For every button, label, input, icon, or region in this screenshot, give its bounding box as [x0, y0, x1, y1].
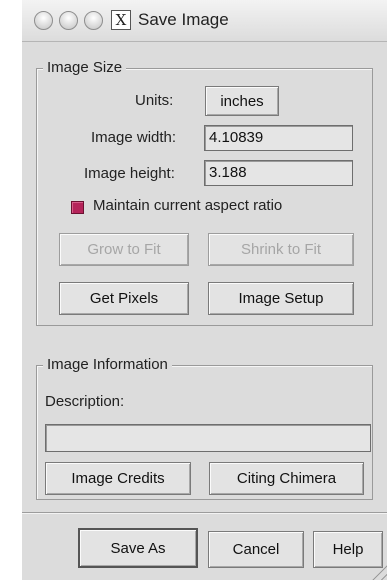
image-size-group: Image Size Units: inches Image width: 4.… — [36, 59, 373, 326]
save-image-dialog: Image Size Units: inches Image width: 4.… — [22, 42, 387, 580]
grow-to-fit-button[interactable]: Grow to Fit — [59, 233, 189, 266]
save-as-button[interactable]: Save As — [78, 528, 198, 568]
minimize-window-icon[interactable] — [59, 11, 78, 30]
image-width-field[interactable]: 4.10839 — [204, 125, 353, 151]
get-pixels-button[interactable]: Get Pixels — [59, 282, 189, 315]
image-width-label: Image width: — [91, 129, 177, 146]
image-size-legend: Image Size — [43, 59, 127, 77]
image-information-legend: Image Information — [43, 356, 172, 374]
close-window-icon[interactable] — [34, 11, 53, 30]
units-menu-button[interactable]: inches — [205, 86, 279, 116]
image-height-label: Image height: — [84, 165, 175, 182]
window-title: Save Image — [138, 10, 229, 29]
citing-chimera-button[interactable]: Citing Chimera — [209, 462, 364, 495]
image-information-group: Image Information Description: Image Cre… — [36, 356, 373, 500]
zoom-window-icon[interactable] — [84, 11, 103, 30]
image-setup-button[interactable]: Image Setup — [208, 282, 354, 315]
x11-icon: X — [111, 10, 131, 30]
aspect-ratio-checkbox[interactable] — [71, 201, 84, 214]
units-label: Units: — [135, 92, 174, 109]
aspect-ratio-label: Maintain current aspect ratio — [93, 197, 283, 214]
image-height-field[interactable]: 3.188 — [204, 160, 353, 186]
help-button[interactable]: Help — [313, 531, 383, 568]
description-label: Description: — [45, 393, 125, 410]
shrink-to-fit-button[interactable]: Shrink to Fit — [208, 233, 354, 266]
cancel-button[interactable]: Cancel — [208, 531, 304, 568]
title-bar: X Save Image — [22, 0, 387, 42]
image-credits-button[interactable]: Image Credits — [45, 462, 191, 495]
description-field[interactable] — [45, 424, 371, 452]
footer-separator — [22, 512, 387, 514]
